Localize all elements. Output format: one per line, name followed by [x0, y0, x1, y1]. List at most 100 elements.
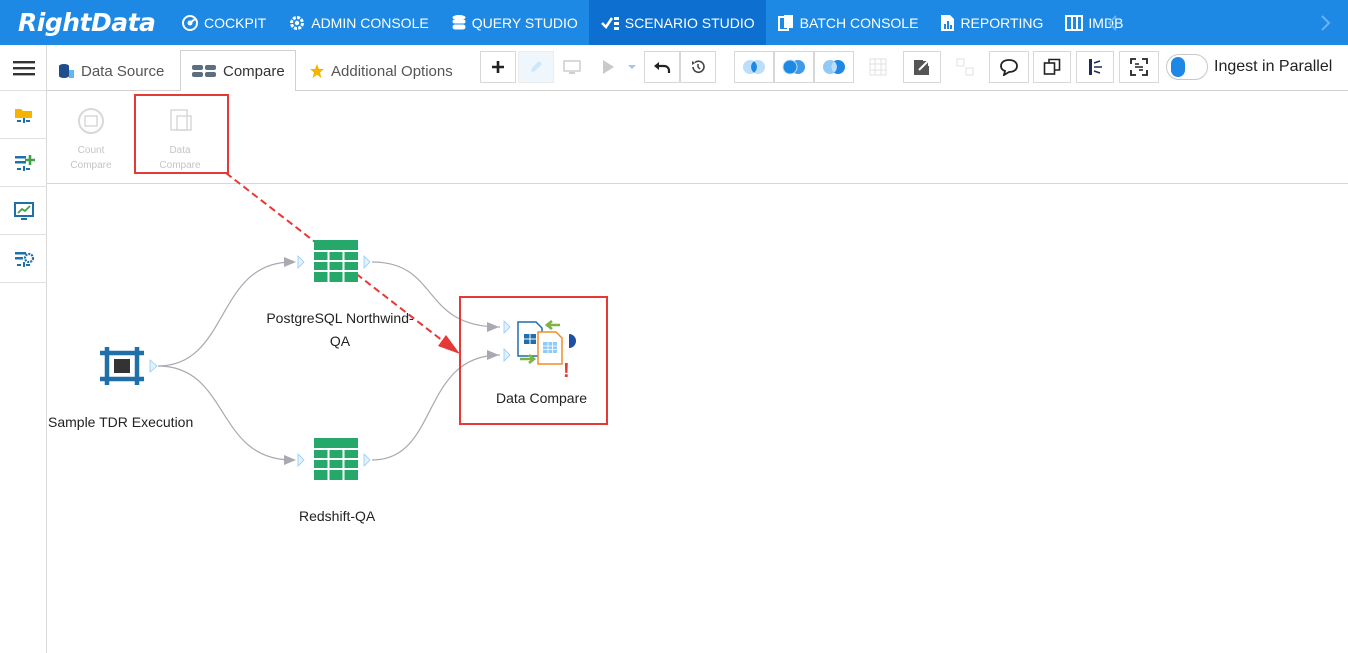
node-label: PostgreSQL Northwind- QA: [262, 307, 418, 353]
nav-item-scenario-studio[interactable]: SCENARIO STUDIO: [588, 0, 766, 45]
fit-view-button[interactable]: [1119, 51, 1159, 83]
sidebar-monitor-button[interactable]: [0, 187, 47, 235]
hamburger-icon: [12, 60, 35, 75]
table-icon: [314, 438, 358, 480]
nav-item-label: SCENARIO STUDIO: [624, 14, 755, 31]
export-button[interactable]: [903, 51, 941, 83]
undo-icon: [654, 62, 671, 73]
venn-full-icon: [782, 59, 805, 75]
node-sample-tdr-execution[interactable]: [99, 344, 145, 393]
scenario-icon: [600, 16, 619, 30]
palette-count-compare[interactable]: Count Compare: [61, 106, 121, 173]
outer-join-button[interactable]: [814, 51, 854, 83]
table-icon: [314, 240, 358, 282]
nav-item-reporting[interactable]: REPORTING: [929, 0, 1054, 45]
edit-button[interactable]: [518, 51, 554, 83]
scenario-canvas[interactable]: [47, 184, 1348, 653]
node-label-line: PostgreSQL Northwind-: [266, 310, 414, 326]
palette-item-label: Count: [77, 145, 105, 156]
ingest-parallel-toggle[interactable]: [1166, 54, 1208, 80]
report-icon: [941, 14, 955, 31]
node-redshift-qa[interactable]: [314, 438, 358, 485]
layout-icon: [956, 58, 974, 76]
chevron-left-icon: [1107, 14, 1117, 31]
nav-item-label: COCKPIT: [204, 14, 267, 31]
venn-inner-icon: [743, 60, 765, 74]
tab-toolbar-bar: Data Source Compare Additional Options I…: [47, 45, 1348, 92]
nav-item-label: REPORTING: [960, 14, 1044, 31]
run-button[interactable]: [590, 51, 626, 83]
count-compare-icon: [78, 108, 104, 134]
sidebar-settings-button[interactable]: [0, 235, 47, 283]
full-join-button[interactable]: [774, 51, 814, 83]
nav-item-cockpit[interactable]: COCKPIT: [170, 0, 277, 45]
pencil-icon: [531, 61, 542, 72]
tab-label: Additional Options: [331, 62, 453, 80]
list-settings-icon: [14, 251, 34, 267]
highlight-box-node: [459, 296, 608, 425]
nav-item-label: ADMIN CONSOLE: [311, 14, 429, 31]
chevron-right-icon: [1321, 14, 1331, 31]
tab-additional-options[interactable]: Additional Options: [299, 50, 463, 92]
hamburger-menu-button[interactable]: [0, 45, 47, 91]
add-button[interactable]: [480, 51, 516, 83]
nav-scroll-left-button[interactable]: [1098, 0, 1126, 45]
speech-bubble-icon: [1000, 59, 1018, 76]
nav-item-label: BATCH CONSOLE: [799, 14, 919, 31]
undo-button[interactable]: [644, 51, 680, 83]
toggle-knob: [1171, 57, 1185, 77]
copy-icon: [1043, 58, 1061, 75]
tab-label: Data Source: [81, 62, 165, 80]
highlight-box-palette: [134, 94, 229, 174]
copy-button[interactable]: [1033, 51, 1071, 83]
component-palette: Count Compare Data Compare: [47, 91, 1348, 184]
monitor-chart-icon: [13, 201, 34, 220]
monitor-icon: [563, 60, 581, 74]
nav-item-label: QUERY STUDIO: [471, 14, 578, 31]
play-icon: [603, 60, 614, 74]
nav-item-batch-console[interactable]: BATCH CONSOLE: [766, 0, 930, 45]
app-root: RightData COCKPIT ADMIN CONSOLE QUERY ST…: [0, 0, 1348, 653]
left-sidebar: [0, 45, 47, 653]
export-icon: [914, 59, 930, 75]
node-label: Sample TDR Execution: [48, 414, 194, 430]
cockpit-icon: [182, 14, 198, 31]
add-list-icon: [14, 154, 35, 171]
tab-compare[interactable]: Compare: [180, 50, 296, 92]
nav-item-query-studio[interactable]: QUERY STUDIO: [440, 0, 589, 45]
align-icon: [1089, 59, 1102, 75]
history-icon: [692, 60, 705, 73]
database-icon: [452, 14, 466, 29]
caret-down-icon: [628, 65, 636, 69]
ingest-parallel-label: Ingest in Parallel: [1214, 58, 1333, 75]
grid-icon: [869, 58, 887, 76]
compare-icon: [192, 65, 216, 77]
star-icon: [310, 64, 324, 78]
nav-scroll-right-button[interactable]: [1312, 0, 1340, 45]
sidebar-open-folder-button[interactable]: [0, 91, 47, 139]
run-options-dropdown[interactable]: [622, 51, 642, 83]
app-logo: RightData: [18, 8, 156, 37]
layout-button[interactable]: [947, 51, 983, 83]
data-source-icon: [59, 64, 74, 78]
venn-outer-icon: [823, 60, 845, 74]
folder-icon: [14, 108, 32, 123]
tab-data-source[interactable]: Data Source: [47, 50, 174, 92]
inner-join-button[interactable]: [734, 51, 774, 83]
node-label-line: QA: [329, 333, 351, 349]
plus-icon: [492, 61, 504, 73]
history-button[interactable]: [680, 51, 716, 83]
execution-icon: [100, 347, 144, 385]
top-nav: RightData COCKPIT ADMIN CONSOLE QUERY ST…: [0, 0, 1348, 45]
sidebar-add-button[interactable]: [0, 139, 47, 187]
comment-button[interactable]: [989, 51, 1029, 83]
grid-button[interactable]: [860, 51, 896, 83]
nav-item-admin-console[interactable]: ADMIN CONSOLE: [277, 0, 439, 45]
palette-item-label: Compare: [70, 160, 112, 171]
expand-icon: [1130, 58, 1148, 76]
tab-label: Compare: [223, 62, 285, 80]
align-button[interactable]: [1076, 51, 1114, 83]
batch-icon: [777, 14, 793, 31]
display-button[interactable]: [554, 51, 590, 83]
node-postgresql-northwind[interactable]: [314, 240, 358, 287]
